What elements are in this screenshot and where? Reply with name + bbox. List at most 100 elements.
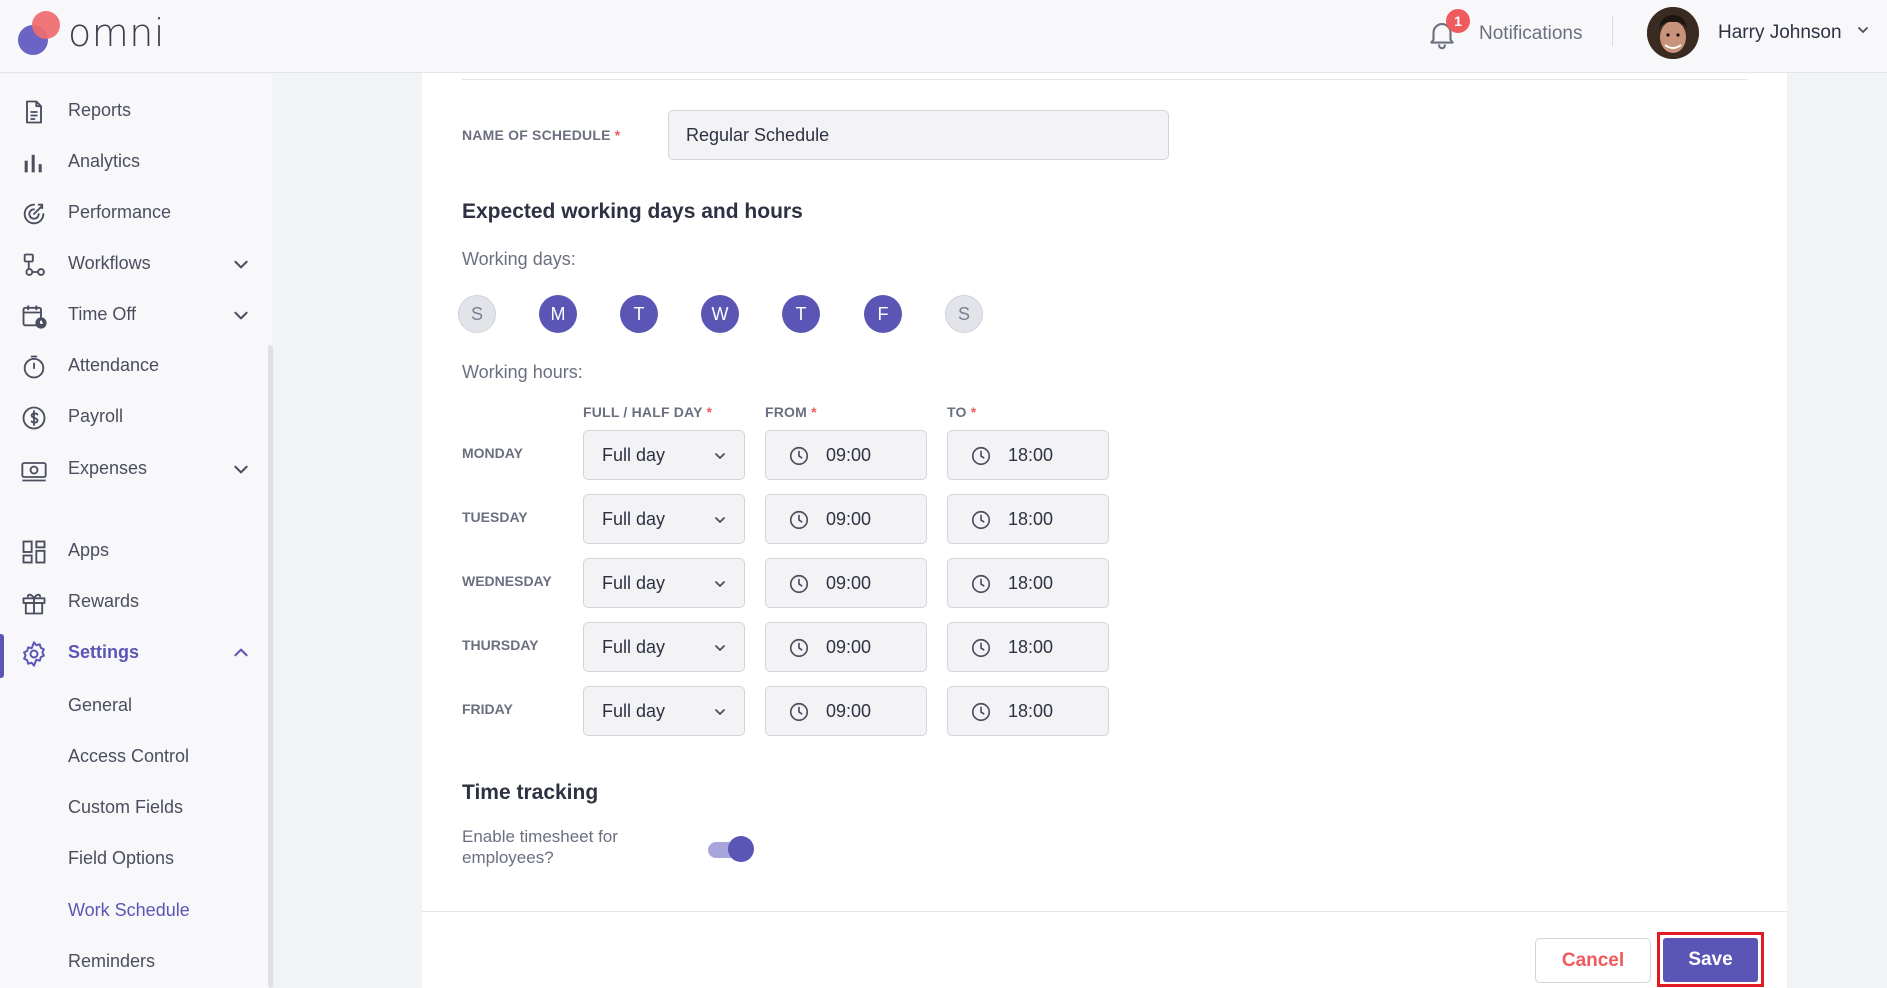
from-time-value: 09:00 (826, 636, 872, 657)
sidebar-item-expenses[interactable]: Expenses (0, 444, 268, 492)
to-time-value: 18:00 (1008, 508, 1054, 529)
sidebar-subitem-work-schedule[interactable]: Work Schedule (68, 900, 190, 921)
chevron-up-icon[interactable] (232, 644, 250, 667)
sidebar-item-label: Payroll (68, 405, 124, 426)
sidebar-item-label: Attendance (68, 354, 160, 375)
row-label-tuesday: TUESDAY (462, 509, 528, 525)
sidebar-item-workflows[interactable]: Workflows (0, 239, 268, 287)
chevron-down-icon[interactable] (232, 255, 250, 278)
logo-text: omni (68, 11, 165, 55)
sidebar-item-label: Time Off (68, 303, 137, 324)
cancel-button[interactable]: Cancel (1535, 938, 1651, 983)
dollar-circle-icon (20, 404, 48, 432)
day-type-select-thursday[interactable]: Full day (583, 622, 745, 672)
chevron-down-icon[interactable] (232, 460, 250, 483)
day-type-value: Full day (602, 572, 666, 593)
sidebar-item-apps[interactable]: Apps (0, 526, 268, 574)
chevron-down-icon[interactable] (1855, 22, 1871, 43)
clock-icon (788, 445, 810, 472)
from-time-input-friday[interactable]: 09:00 (765, 686, 927, 736)
sidebar-item-label: Rewards (68, 590, 140, 611)
to-time-input-wednesday[interactable]: 18:00 (947, 558, 1109, 608)
sidebar-item-rewards[interactable]: Rewards (0, 577, 268, 625)
clock-icon (970, 509, 992, 536)
bell-icon: 1 (1425, 9, 1470, 51)
user-avatar[interactable] (1647, 7, 1699, 59)
day-toggle-wednesday[interactable]: W (701, 295, 739, 333)
sidebar-item-label: Expenses (68, 457, 148, 478)
clock-icon (788, 637, 810, 664)
from-time-input-monday[interactable]: 09:00 (765, 430, 927, 480)
to-time-value: 18:00 (1008, 700, 1054, 721)
from-time-input-wednesday[interactable]: 09:00 (765, 558, 927, 608)
to-time-input-monday[interactable]: 18:00 (947, 430, 1109, 480)
sidebar-subitem-reminders[interactable]: Reminders (68, 951, 155, 972)
day-type-select-friday[interactable]: Full day (583, 686, 745, 736)
grid-icon (20, 538, 48, 566)
sidebar-item-time-off[interactable]: Time Off (0, 290, 268, 338)
column-header-from-text: FROM (765, 404, 808, 420)
sidebar-item-settings[interactable]: Settings (0, 628, 268, 676)
day-type-value: Full day (602, 444, 666, 465)
calendar-clock-icon (20, 302, 48, 330)
logo-mark-icon (18, 11, 62, 55)
from-time-input-thursday[interactable]: 09:00 (765, 622, 927, 672)
timesheet-toggle[interactable] (708, 836, 754, 862)
from-time-value: 09:00 (826, 572, 872, 593)
sidebar-subitem-field-options[interactable]: Field Options (68, 848, 174, 869)
stopwatch-icon (20, 353, 48, 381)
clock-icon (788, 701, 810, 728)
sidebar-item-payroll[interactable]: Payroll (0, 392, 268, 440)
from-time-value: 09:00 (826, 444, 872, 465)
bar-chart-icon (20, 149, 48, 177)
sidebar-item-attendance[interactable]: Attendance (0, 341, 268, 389)
chevron-down-icon[interactable] (232, 306, 250, 329)
user-name[interactable]: Harry Johnson (1718, 22, 1842, 44)
schedule-name-input[interactable]: Regular Schedule (668, 110, 1169, 160)
sidebar-item-reports[interactable]: Reports (0, 86, 268, 134)
chevron-down-icon (712, 448, 728, 469)
row-label-thursday: THURSDAY (462, 637, 539, 653)
day-toggle-saturday[interactable]: S (945, 295, 983, 333)
row-label-wednesday: WEDNESDAY (462, 573, 552, 589)
target-icon (20, 200, 48, 228)
sidebar-item-performance[interactable]: Performance (0, 188, 268, 236)
sidebar-scrollbar[interactable] (268, 345, 273, 988)
clock-icon (970, 445, 992, 472)
day-type-value: Full day (602, 508, 666, 529)
notifications-button[interactable]: 1 Notifications (1425, 9, 1583, 54)
top-bar: omni 1 Notifications Harry Johnson (0, 0, 1887, 73)
day-type-value: Full day (602, 636, 666, 657)
sidebar-subitem-general[interactable]: General (68, 695, 132, 716)
save-button-highlight: Save (1657, 932, 1764, 987)
schedule-name-label-text: NAME OF SCHEDULE (462, 127, 611, 143)
day-type-select-tuesday[interactable]: Full day (583, 494, 745, 544)
day-type-select-monday[interactable]: Full day (583, 430, 745, 480)
day-toggle-monday[interactable]: M (539, 295, 577, 333)
sidebar-item-analytics[interactable]: Analytics (0, 137, 268, 185)
day-type-select-wednesday[interactable]: Full day (583, 558, 745, 608)
sidebar-subitem-custom-fields[interactable]: Custom Fields (68, 797, 183, 818)
to-time-input-thursday[interactable]: 18:00 (947, 622, 1109, 672)
day-toggle-sunday[interactable]: S (458, 295, 496, 333)
row-label-friday: FRIDAY (462, 701, 513, 717)
sidebar-item-label: Performance (68, 201, 172, 222)
save-button[interactable]: Save (1663, 937, 1758, 982)
footer-divider (422, 911, 1787, 912)
column-header-from: FROM * (765, 404, 817, 420)
notifications-label: Notifications (1479, 23, 1583, 44)
sidebar-subitem-access-control[interactable]: Access Control (68, 746, 189, 767)
day-toggle-thursday[interactable]: T (782, 295, 820, 333)
omni-logo[interactable]: omni (18, 10, 165, 56)
from-time-value: 09:00 (826, 700, 872, 721)
workflow-icon (20, 251, 48, 279)
from-time-input-tuesday[interactable]: 09:00 (765, 494, 927, 544)
day-toggle-tuesday[interactable]: T (620, 295, 658, 333)
sidebar-item-label: Reports (68, 99, 132, 120)
to-time-input-friday[interactable]: 18:00 (947, 686, 1109, 736)
chevron-down-icon (712, 704, 728, 725)
header-divider (1612, 16, 1613, 46)
day-toggle-friday[interactable]: F (864, 295, 902, 333)
to-time-input-tuesday[interactable]: 18:00 (947, 494, 1109, 544)
sidebar-item-label: Workflows (68, 252, 151, 273)
